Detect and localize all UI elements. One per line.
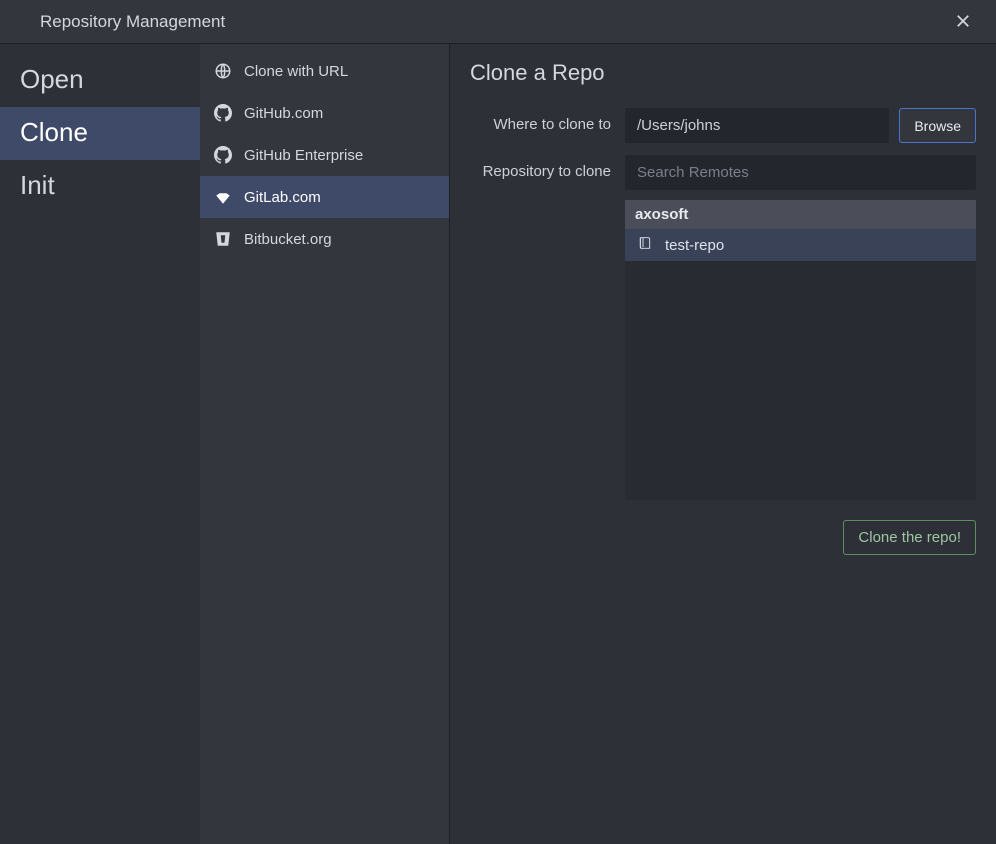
repo-to-clone-label: Repository to clone <box>470 155 625 180</box>
columns: Open Clone Init Clone with URL GitHub.co… <box>0 44 996 844</box>
where-to-clone-control: Browse <box>625 108 976 143</box>
where-to-clone-label: Where to clone to <box>470 108 625 133</box>
where-to-clone-input[interactable] <box>625 108 889 143</box>
globe-icon <box>214 62 232 80</box>
close-icon <box>956 12 970 32</box>
remote-panel: axosoft test-repo <box>625 155 976 500</box>
provider-label: GitHub Enterprise <box>244 147 363 164</box>
provider-github[interactable]: GitHub.com <box>200 92 449 134</box>
provider-clone-url[interactable]: Clone with URL <box>200 50 449 92</box>
gitlab-icon <box>214 188 232 206</box>
provider-label: Clone with URL <box>244 63 348 80</box>
provider-github-enterprise[interactable]: GitHub Enterprise <box>200 134 449 176</box>
submit-row: Clone the repo! <box>470 520 976 555</box>
bitbucket-icon <box>214 230 232 248</box>
github-icon <box>214 104 232 122</box>
book-icon <box>637 235 653 255</box>
github-icon <box>214 146 232 164</box>
left-tab-clone[interactable]: Clone <box>0 107 200 160</box>
left-tabs: Open Clone Init <box>0 44 200 844</box>
remote-group-header: axosoft <box>625 200 976 229</box>
left-tab-label: Open <box>20 64 84 94</box>
main-heading: Clone a Repo <box>470 60 976 86</box>
repo-to-clone-row: Repository to clone axosoft test-repo <box>470 155 976 500</box>
where-to-clone-row: Where to clone to Browse <box>470 108 976 143</box>
remote-list[interactable]: axosoft test-repo <box>625 200 976 500</box>
remote-item[interactable]: test-repo <box>625 229 976 261</box>
browse-button[interactable]: Browse <box>899 108 976 143</box>
close-button[interactable] <box>950 9 976 35</box>
left-tab-init[interactable]: Init <box>0 160 200 213</box>
window-title: Repository Management <box>40 12 225 32</box>
left-tab-label: Init <box>20 170 55 200</box>
main-panel: Clone a Repo Where to clone to Browse Re… <box>450 44 996 844</box>
clone-repo-button[interactable]: Clone the repo! <box>843 520 976 555</box>
provider-gitlab[interactable]: GitLab.com <box>200 176 449 218</box>
provider-label: GitLab.com <box>244 189 321 206</box>
provider-label: GitHub.com <box>244 105 323 122</box>
provider-label: Bitbucket.org <box>244 231 332 248</box>
provider-bitbucket[interactable]: Bitbucket.org <box>200 218 449 260</box>
titlebar: Repository Management <box>0 0 996 44</box>
remote-item-label: test-repo <box>665 237 724 254</box>
provider-list: Clone with URL GitHub.com GitHub Enterpr… <box>200 44 450 844</box>
left-tab-label: Clone <box>20 117 88 147</box>
left-tab-open[interactable]: Open <box>0 54 200 107</box>
search-remotes-input[interactable] <box>625 155 976 190</box>
